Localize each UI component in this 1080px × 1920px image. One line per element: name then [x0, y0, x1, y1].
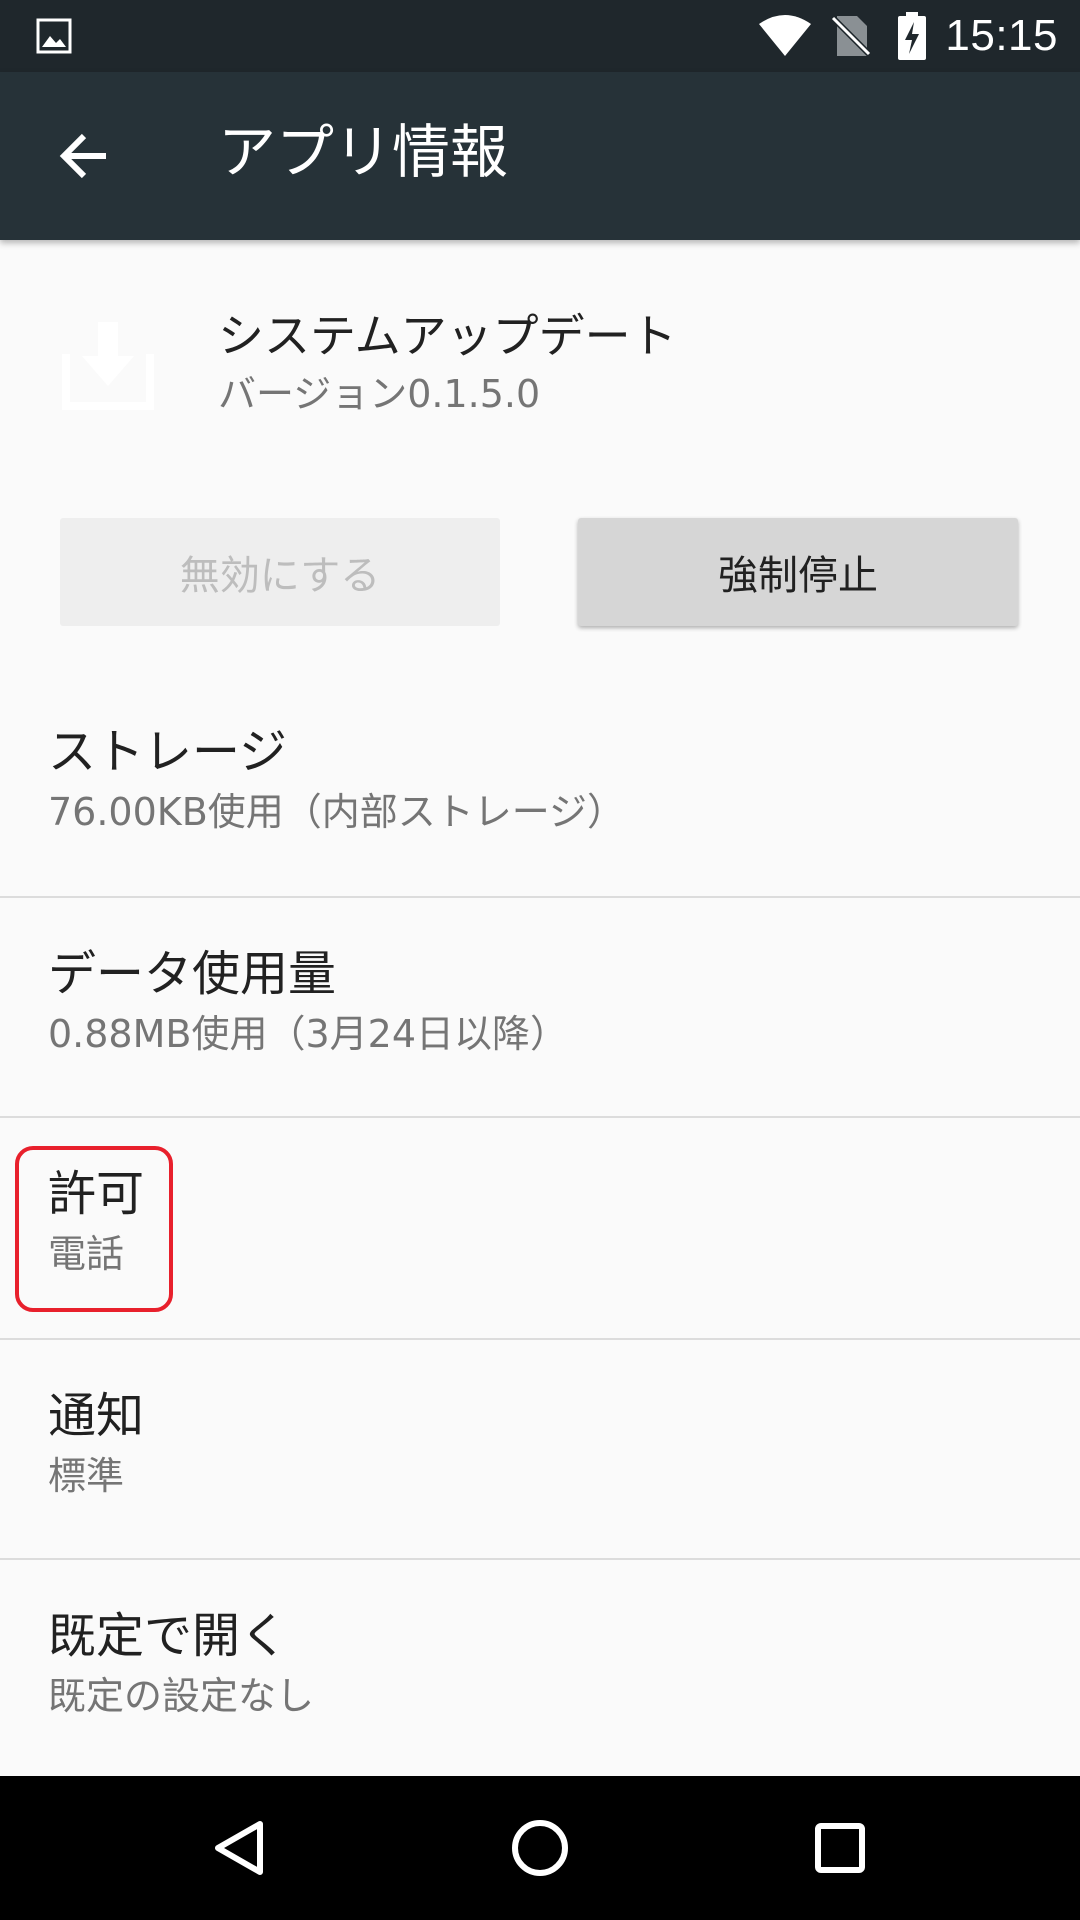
list-item-title: データ使用量 — [48, 946, 337, 1002]
page-title: アプリ情報 — [218, 118, 509, 186]
status-time: 15:15 — [945, 11, 1058, 60]
force-stop-button[interactable]: 強制停止 — [578, 518, 1018, 626]
data-usage-item[interactable]: データ使用量 0.88MB使用（3月24日以降） — [0, 898, 1080, 1118]
navigation-bar — [0, 1776, 1080, 1920]
list-item-summary: 0.88MB使用（3月24日以降） — [48, 1012, 568, 1056]
recents-square-icon — [815, 1823, 865, 1873]
status-bar: 15:15 — [0, 0, 1080, 72]
nav-back-button[interactable] — [180, 1804, 300, 1892]
open-by-default-item[interactable]: 既定で開く 既定の設定なし — [0, 1560, 1080, 1780]
back-button[interactable] — [44, 116, 124, 196]
disable-button[interactable]: 無効にする — [60, 518, 500, 626]
storage-item[interactable]: ストレージ 76.00KB使用（内部ストレージ） — [0, 676, 1080, 896]
image-notification-icon — [36, 18, 72, 54]
list-item-title: ストレージ — [48, 724, 288, 780]
app-name: システムアップデート — [218, 309, 677, 363]
battery-charging-icon — [898, 12, 927, 60]
list-item-title: 既定で開く — [48, 1608, 289, 1664]
nav-recents-button[interactable] — [780, 1804, 900, 1892]
list-item-summary: 76.00KB使用（内部ストレージ） — [48, 790, 626, 834]
download-icon — [62, 322, 154, 410]
nav-home-button[interactable] — [480, 1804, 600, 1892]
arrow-back-icon — [59, 133, 106, 179]
list-item-title: 通知 — [48, 1388, 145, 1444]
list-item-summary: 標準 — [48, 1454, 125, 1498]
wifi-icon — [759, 15, 812, 56]
highlight-annotation — [15, 1146, 173, 1312]
notifications-item[interactable]: 通知 標準 — [0, 1340, 1080, 1560]
app-bar: アプリ情報 — [0, 72, 1080, 240]
no-sim-icon — [831, 15, 872, 57]
home-circle-icon — [512, 1820, 568, 1876]
back-triangle-icon — [215, 1821, 263, 1875]
list-item-summary: 既定の設定なし — [48, 1674, 315, 1718]
app-version: バージョン0.1.5.0 — [218, 372, 541, 416]
